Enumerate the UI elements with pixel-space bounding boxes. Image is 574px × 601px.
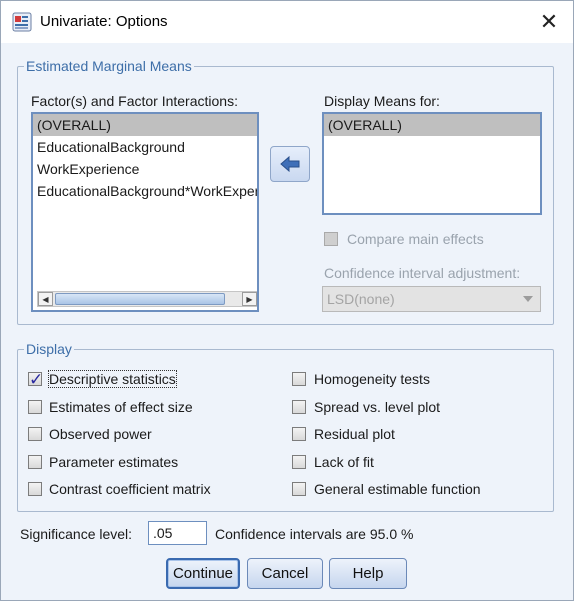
compare-main-effects-label: Compare main effects: [347, 231, 484, 247]
scroll-right-icon[interactable]: ▶: [242, 292, 257, 306]
homogeneity-tests-label[interactable]: Homogeneity tests: [314, 371, 430, 387]
factor-item[interactable]: WorkExperience: [33, 158, 257, 180]
display-means-item[interactable]: (OVERALL): [324, 114, 540, 136]
general-estimable-function-checkbox[interactable]: [292, 482, 306, 496]
effect-size-checkbox[interactable]: [28, 400, 42, 414]
help-button[interactable]: Help: [329, 558, 407, 589]
general-estimable-function-label[interactable]: General estimable function: [314, 481, 481, 497]
significance-input[interactable]: .05: [148, 521, 207, 545]
residual-plot-checkbox[interactable]: [292, 427, 306, 441]
factors-label: Factor(s) and Factor Interactions:: [31, 93, 238, 109]
title-bar: Univariate: Options ✕: [1, 1, 573, 43]
checkmark-icon: ✓: [29, 370, 44, 389]
spread-level-plot-label[interactable]: Spread vs. level plot: [314, 399, 440, 415]
spss-app-icon: [12, 12, 32, 32]
arrow-left-icon: [280, 156, 300, 172]
parameter-estimates-label[interactable]: Parameter estimates: [49, 454, 178, 470]
move-to-display-button[interactable]: [270, 146, 310, 182]
lack-of-fit-label[interactable]: Lack of fit: [314, 454, 374, 470]
lack-of-fit-checkbox[interactable]: [292, 455, 306, 469]
contrast-matrix-checkbox[interactable]: [28, 482, 42, 496]
descriptive-statistics-label[interactable]: Descriptive statistics: [48, 370, 177, 388]
factor-item[interactable]: (OVERALL): [33, 114, 257, 136]
spread-level-plot-checkbox[interactable]: [292, 400, 306, 414]
factors-hscrollbar[interactable]: ◀ ▶: [37, 291, 257, 307]
continue-button[interactable]: Continue: [166, 558, 240, 589]
factors-listbox[interactable]: (OVERALL) EducationalBackground WorkExpe…: [31, 112, 259, 312]
options-dialog: Univariate: Options ✕ Estimated Marginal…: [0, 0, 574, 601]
significance-label: Significance level:: [20, 526, 133, 542]
factor-item[interactable]: EducationalBackground: [33, 136, 257, 158]
ci-text: Confidence intervals are 95.0 %: [215, 526, 414, 542]
parameter-estimates-checkbox[interactable]: [28, 455, 42, 469]
close-icon: ✕: [539, 9, 559, 34]
emm-legend: Estimated Marginal Means: [24, 58, 194, 74]
observed-power-checkbox[interactable]: [28, 427, 42, 441]
descriptive-statistics-checkbox[interactable]: ✓: [28, 370, 43, 389]
ci-adjustment-select[interactable]: LSD(none): [322, 286, 541, 312]
compare-main-effects-checkbox[interactable]: [324, 232, 338, 246]
cancel-button[interactable]: Cancel: [247, 558, 323, 589]
scroll-left-icon[interactable]: ◀: [38, 292, 53, 306]
close-button[interactable]: ✕: [531, 5, 567, 39]
display-means-listbox[interactable]: (OVERALL): [322, 112, 542, 215]
observed-power-label[interactable]: Observed power: [49, 426, 152, 442]
scroll-thumb[interactable]: [55, 293, 225, 305]
display-legend: Display: [24, 341, 74, 357]
homogeneity-tests-checkbox[interactable]: [292, 372, 306, 386]
effect-size-label[interactable]: Estimates of effect size: [49, 399, 193, 415]
ci-adjustment-value: LSD(none): [327, 291, 395, 307]
factor-item[interactable]: EducationalBackground*WorkExperience: [33, 180, 257, 202]
window-title: Univariate: Options: [40, 13, 168, 30]
residual-plot-label[interactable]: Residual plot: [314, 426, 395, 442]
chevron-down-icon: [523, 296, 533, 302]
display-means-label: Display Means for:: [324, 93, 440, 109]
ci-adjustment-label: Confidence interval adjustment:: [324, 265, 521, 281]
contrast-matrix-label[interactable]: Contrast coefficient matrix: [49, 481, 211, 497]
